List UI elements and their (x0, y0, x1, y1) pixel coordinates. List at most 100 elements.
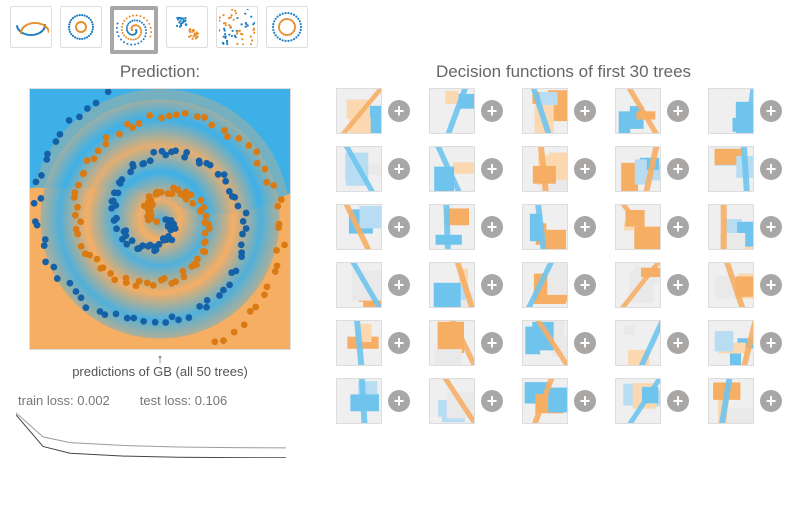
tree-thumb[interactable] (522, 204, 568, 250)
tree-thumb[interactable] (522, 262, 568, 308)
tree-thumb[interactable] (429, 378, 475, 424)
plus-icon: + (760, 332, 782, 354)
tree-thumb[interactable] (708, 320, 754, 366)
tree-item: + (522, 146, 605, 192)
tree-item: + (615, 262, 698, 308)
tree-item: + (615, 204, 698, 250)
dataset-xor[interactable] (216, 6, 258, 48)
prediction-canvas (29, 88, 291, 350)
trees-title: Decision functions of first 30 trees (336, 62, 791, 82)
dataset-spirals[interactable] (110, 6, 158, 54)
tree-item: + (615, 378, 698, 424)
tree-item: + (429, 146, 512, 192)
plus-icon: + (574, 100, 596, 122)
tree-thumb[interactable] (336, 378, 382, 424)
plus-icon: + (481, 216, 503, 238)
tree-item: + (522, 320, 605, 366)
tree-thumb[interactable] (522, 146, 568, 192)
plus-icon: + (481, 158, 503, 180)
tree-item: + (615, 88, 698, 134)
tree-thumb[interactable] (708, 146, 754, 192)
plus-icon: + (760, 390, 782, 412)
tree-thumb[interactable] (708, 88, 754, 134)
tree-thumb[interactable] (429, 204, 475, 250)
train-loss-label: train loss: 0.002 (18, 393, 110, 408)
plus-icon: + (574, 390, 596, 412)
dataset-moons[interactable] (10, 6, 52, 48)
tree-thumb[interactable] (336, 88, 382, 134)
tree-thumb[interactable] (708, 204, 754, 250)
tree-thumb[interactable] (336, 320, 382, 366)
plus-icon: + (667, 100, 689, 122)
plus-icon: + (667, 390, 689, 412)
dataset-circles[interactable] (60, 6, 102, 48)
tree-thumb[interactable] (615, 320, 661, 366)
plus-icon: + (388, 216, 410, 238)
plus-icon: + (760, 158, 782, 180)
plus-icon: + (574, 332, 596, 354)
plus-icon: + (760, 274, 782, 296)
tree-item: + (615, 320, 698, 366)
arrow-icon: ↑ (10, 354, 310, 364)
tree-thumb[interactable] (336, 204, 382, 250)
plus-icon: + (481, 100, 503, 122)
tree-thumb[interactable] (615, 262, 661, 308)
plus-icon: + (481, 390, 503, 412)
tree-thumb[interactable] (429, 262, 475, 308)
tree-item: + (429, 262, 512, 308)
loss-curve (16, 410, 286, 458)
prediction-title: Prediction: (10, 62, 310, 82)
plus-icon: + (667, 158, 689, 180)
tree-thumb[interactable] (615, 146, 661, 192)
plus-icon: + (388, 390, 410, 412)
tree-item: + (429, 88, 512, 134)
tree-thumb[interactable] (522, 378, 568, 424)
tree-item: + (615, 146, 698, 192)
plus-icon: + (667, 274, 689, 296)
tree-thumb[interactable] (336, 262, 382, 308)
dataset-blobs[interactable] (166, 6, 208, 48)
tree-item: + (522, 378, 605, 424)
test-loss-label: test loss: 0.106 (140, 393, 227, 408)
plus-icon: + (574, 216, 596, 238)
tree-item: + (336, 262, 419, 308)
tree-thumb[interactable] (615, 88, 661, 134)
plus-icon: + (388, 274, 410, 296)
plus-icon: + (388, 332, 410, 354)
dataset-rings[interactable] (266, 6, 308, 48)
plus-icon: + (574, 274, 596, 296)
tree-item: + (708, 146, 791, 192)
plus-icon: + (574, 158, 596, 180)
plus-icon: + (481, 332, 503, 354)
tree-item: + (336, 204, 419, 250)
tree-item: + (708, 378, 791, 424)
tree-thumb[interactable] (522, 320, 568, 366)
tree-item: + (429, 320, 512, 366)
tree-item: + (336, 88, 419, 134)
tree-item: + (336, 378, 419, 424)
plus-icon: + (760, 100, 782, 122)
tree-item: + (429, 204, 512, 250)
tree-item: + (708, 88, 791, 134)
tree-item: + (522, 262, 605, 308)
tree-item: + (522, 88, 605, 134)
tree-item: + (429, 378, 512, 424)
tree-item: + (708, 262, 791, 308)
tree-thumb[interactable] (429, 88, 475, 134)
plus-icon: + (760, 216, 782, 238)
tree-thumb[interactable] (708, 378, 754, 424)
tree-thumb[interactable] (615, 204, 661, 250)
tree-thumb[interactable] (615, 378, 661, 424)
tree-thumb[interactable] (429, 320, 475, 366)
tree-thumb[interactable] (522, 88, 568, 134)
tree-item: + (708, 320, 791, 366)
plus-icon: + (667, 332, 689, 354)
plus-icon: + (481, 274, 503, 296)
plus-icon: + (388, 158, 410, 180)
tree-thumb[interactable] (429, 146, 475, 192)
plus-icon: + (667, 216, 689, 238)
tree-thumb[interactable] (708, 262, 754, 308)
tree-thumb[interactable] (336, 146, 382, 192)
tree-item: + (336, 320, 419, 366)
tree-item: + (336, 146, 419, 192)
